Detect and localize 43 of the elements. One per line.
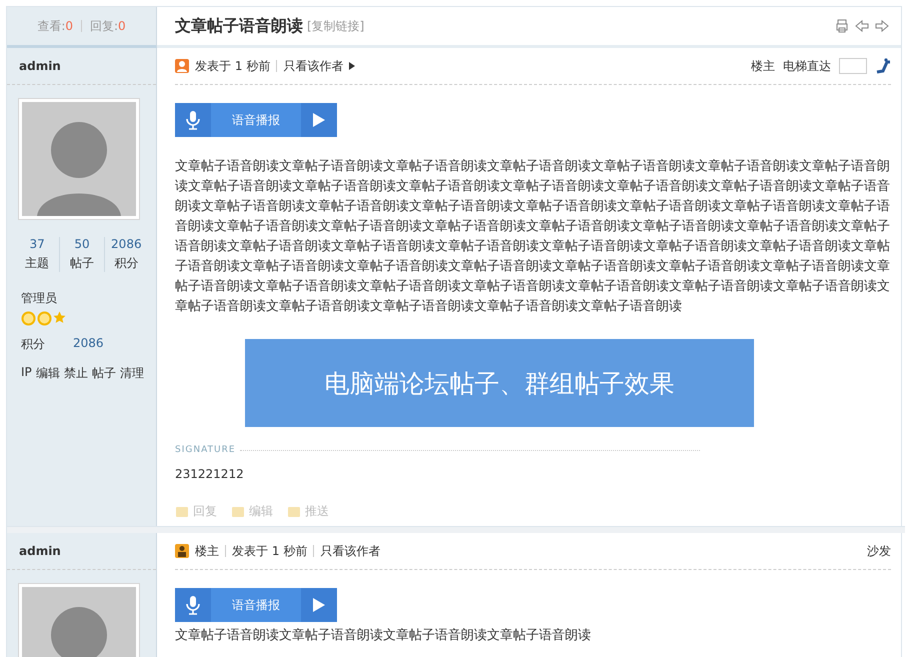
left-arrow-icon[interactable] (855, 19, 869, 33)
stat-value[interactable]: 37 (15, 237, 60, 251)
post-text: 文章帖子语音朗读文章帖子语音朗读文章帖子语音朗读文章帖子语音朗读文章帖子语音朗读文章帖子语音朗读文章帖子语音朗读文章帖子语音朗读文章帖子语音朗读文章帖子语音朗读文章帖子语音朗读文章帖子语音朗读文章帖子语音朗读文章帖子语音朗读文章帖子语音朗读文章帖子语音朗读文章帖子语音朗读文章帖子语音朗读文章帖子语音朗读文章帖子语音朗读文章帖子语音朗读文章帖子语音朗读文章帖子语音朗读文章帖子语音朗读文章帖子语音朗读文章帖子语音朗读文章帖子语音朗读文章帖子语音朗读文章帖子语音朗读文章帖子语音朗读文章帖子语音朗读文章帖子语音朗读文章帖子语音朗读文章帖子语音朗读文章帖子语音朗读文章帖子语音朗读文章帖子语音朗读文章帖子语音朗读文章帖子语音朗读文章帖子语音朗读文章帖子语音朗读文章帖子语音朗读文章帖子语音朗读文章帖子语音朗读文章帖子语音朗读文章帖子语音朗读文章帖子语音朗读文章帖子语音朗读文章帖子语音朗读文章帖子语音朗读文章帖子语音朗读文章帖子语音朗读文章帖子语音朗读 (175, 158, 891, 316)
star-icon (53, 311, 66, 324)
post-meta[interactable]: 楼主 (195, 542, 219, 560)
microphone-icon (186, 110, 200, 130)
triangle-icon[interactable] (349, 62, 356, 70)
banner: 电脑端论坛帖子、群组帖子效果 (245, 339, 754, 427)
play-icon (313, 598, 325, 612)
post-meta[interactable]: 只看该作者 (320, 542, 380, 560)
admin-link[interactable]: 禁止 (64, 365, 88, 382)
signature-label: SIGNATURE (175, 445, 236, 455)
stat-label: 帖子 (68, 255, 95, 272)
stat-label: 主题 (24, 255, 50, 272)
thread-stat: 查看:0 (37, 18, 73, 34)
escalator-icon[interactable] (875, 58, 891, 74)
post-meta[interactable]: 发表于 1 秒前 (195, 58, 270, 74)
points-label: 积分 (21, 336, 45, 353)
admin-link[interactable]: 帖子 (92, 365, 116, 382)
floor-label[interactable]: 楼主 (751, 58, 775, 74)
right-arrow-icon[interactable] (875, 19, 889, 33)
floor-input[interactable] (839, 58, 867, 74)
stat-label: 积分 (113, 255, 140, 272)
admin-link[interactable]: 清理 (120, 365, 144, 382)
signature-text: 231221212 (175, 467, 245, 481)
stat-value[interactable]: 2086 (104, 237, 148, 251)
points-value: 2086 (73, 336, 104, 352)
admin-link[interactable]: IP (21, 365, 32, 382)
floor-label[interactable]: 沙发 (867, 542, 891, 560)
post-text: 文章帖子语音朗读文章帖子语音朗读文章帖子语音朗读文章帖子语音朗读 (175, 627, 592, 645)
microphone-icon (186, 595, 200, 615)
jump-label: 电梯直达 (783, 58, 831, 74)
stat-value[interactable]: 50 (60, 237, 104, 251)
post-meta[interactable]: 只看该作者 (283, 58, 344, 74)
thread-title: 文章帖子语音朗读 (175, 16, 303, 36)
user-icon (175, 59, 189, 73)
thread-stat: 回复:0 (90, 18, 126, 34)
author-name[interactable]: admin (7, 48, 156, 85)
print-icon[interactable] (835, 19, 849, 33)
play-icon (313, 113, 325, 127)
admin-link[interactable]: 编辑 (36, 365, 60, 382)
post-meta[interactable]: 发表于 1 秒前 (232, 542, 308, 560)
user-group[interactable]: 管理员 (21, 290, 156, 307)
